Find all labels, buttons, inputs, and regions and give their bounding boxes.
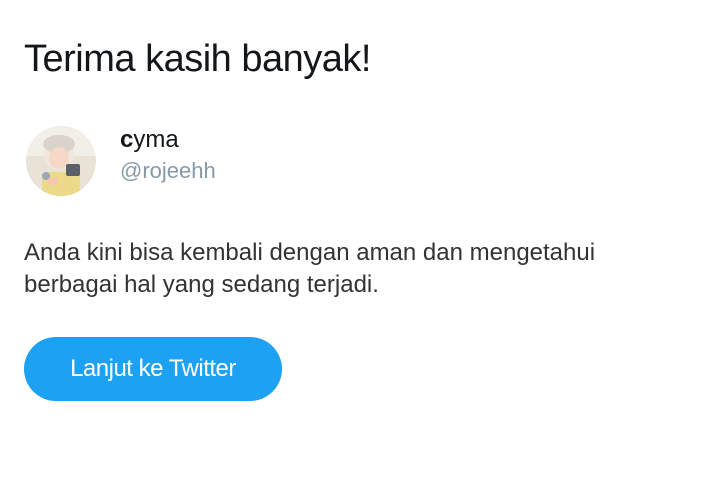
display-name-initial: c [120, 126, 134, 153]
user-meta: cyma @rojeehh [120, 126, 216, 186]
avatar [26, 126, 96, 196]
continue-to-twitter-button[interactable]: Lanjut ke Twitter [24, 337, 282, 401]
user-card: cyma @rojeehh [26, 126, 216, 196]
avatar-photo-icon [26, 126, 96, 196]
display-name: cyma [120, 126, 216, 154]
display-name-rest: yma [133, 126, 179, 153]
user-handle: @rojeehh [120, 158, 216, 183]
info-message: Anda kini bisa kembali dengan aman dan m… [24, 239, 596, 298]
page-title: Terima kasih banyak! [24, 38, 371, 80]
thank-you-page: Terima kasih banyak! cyma @rojeehh Anda … [0, 0, 720, 490]
